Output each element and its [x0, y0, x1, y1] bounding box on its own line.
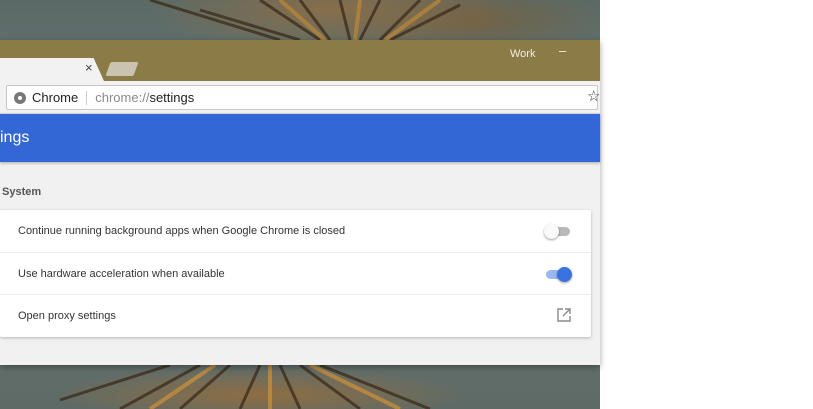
profile-button[interactable]: Work — [510, 48, 535, 60]
setting-row-background-apps[interactable]: Continue running background apps when Go… — [0, 210, 591, 252]
setting-row-proxy[interactable]: Open proxy settings — [0, 294, 591, 337]
page-title: ings — [0, 129, 30, 146]
url-scheme: chrome:// — [95, 90, 150, 105]
background-apps-toggle[interactable] — [544, 224, 572, 240]
tab-close-icon[interactable]: × — [85, 60, 93, 75]
site-chip-label: Chrome — [32, 90, 79, 105]
toggle-knob — [557, 267, 572, 282]
tab-settings[interactable]: × — [0, 58, 104, 81]
chrome-window: Work – × Chrome chrome://settings ☆ ings… — [0, 40, 600, 365]
external-link-icon[interactable] — [557, 308, 571, 322]
hardware-acceleration-toggle[interactable] — [544, 267, 572, 283]
bookmark-star-icon[interactable]: ☆ — [587, 87, 600, 105]
setting-label: Use hardware acceleration when available — [18, 268, 225, 280]
section-title-system: System — [2, 186, 42, 198]
address-bar[interactable]: Chrome chrome://settings — [6, 85, 598, 110]
minimize-button[interactable]: – — [559, 43, 566, 58]
title-bar: Work – × — [0, 40, 600, 81]
url-separator — [86, 90, 88, 105]
url-path: settings — [149, 90, 195, 105]
chrome-logo-icon — [14, 91, 26, 104]
new-tab-button[interactable] — [105, 62, 139, 76]
system-settings-card: Continue running background apps when Go… — [0, 210, 591, 337]
setting-label: Continue running background apps when Go… — [18, 225, 346, 237]
toggle-knob — [544, 224, 559, 239]
setting-label: Open proxy settings — [18, 310, 116, 322]
settings-header: ings — [0, 114, 600, 162]
toolbar: Chrome chrome://settings ☆ — [0, 81, 600, 114]
setting-row-hardware-acceleration[interactable]: Use hardware acceleration when available — [0, 252, 591, 295]
